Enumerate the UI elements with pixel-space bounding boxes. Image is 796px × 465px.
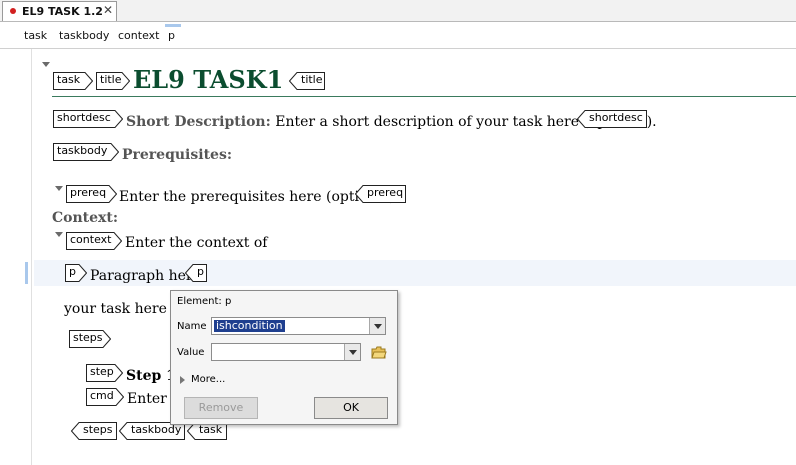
value-combobox[interactable]: [211, 343, 361, 361]
tag-task-open[interactable]: task: [53, 72, 93, 90]
tag-steps-open[interactable]: steps: [69, 330, 111, 348]
tag-taskbody-open[interactable]: taskbody: [53, 143, 119, 161]
title-underline: [52, 96, 796, 97]
name-label: Name: [177, 321, 207, 332]
breadcrumb-item-context[interactable]: context: [118, 29, 159, 42]
tag-label: title: [100, 73, 122, 86]
tag-title-open[interactable]: title: [96, 72, 130, 90]
browse-folder-icon[interactable]: [371, 346, 387, 359]
tag-label: p: [69, 265, 76, 278]
remove-button[interactable]: Remove: [184, 397, 258, 419]
current-line-marker: [25, 262, 28, 284]
tag-p-open[interactable]: p: [65, 264, 87, 282]
context-heading: Context:: [52, 210, 119, 226]
tag-prereq-close[interactable]: prereq: [355, 185, 406, 203]
breadcrumb-item-task[interactable]: task: [24, 29, 47, 42]
popup-header: Element: p: [177, 296, 232, 307]
tag-label: context: [70, 233, 112, 246]
tag-label: step: [90, 365, 114, 378]
tag-label: taskbody: [57, 144, 108, 157]
breadcrumb: task taskbody context p: [0, 22, 796, 49]
document-title[interactable]: EL9 TASK1: [133, 65, 283, 94]
editor-gutter-line: [31, 49, 32, 465]
tag-prereq-open[interactable]: prereq: [66, 185, 117, 203]
tag-steps-close[interactable]: steps: [71, 422, 117, 440]
tag-shortdesc-close[interactable]: shortdesc: [577, 110, 647, 128]
prereq-heading: Prerequisites:: [122, 147, 233, 163]
more-link[interactable]: More...: [191, 374, 225, 385]
tag-cmd-open[interactable]: cmd: [86, 388, 124, 406]
tag-label: p: [197, 265, 204, 278]
tag-context-open[interactable]: context: [66, 232, 122, 250]
value-label: Value: [177, 347, 205, 358]
tag-shortdesc-open[interactable]: shortdesc: [53, 110, 123, 128]
name-dropdown-arrow-icon[interactable]: [369, 318, 385, 334]
tag-label: shortdesc: [57, 111, 111, 124]
tag-label: title: [301, 73, 323, 86]
name-value[interactable]: ishcondition: [214, 320, 285, 332]
tag-step-open[interactable]: step: [86, 364, 123, 382]
ok-button[interactable]: OK: [314, 397, 388, 419]
collapse-task-icon[interactable]: [42, 62, 50, 67]
shortdesc-label: Short Description:: [126, 114, 271, 130]
element-popup: Element: p Name ishcondition Value More.…: [170, 290, 398, 425]
tag-label: cmd: [90, 389, 114, 402]
tag-label: steps: [83, 423, 113, 436]
breadcrumb-item-taskbody[interactable]: taskbody: [59, 29, 109, 42]
collapse-context-icon[interactable]: [55, 232, 63, 237]
tag-p-close[interactable]: p: [185, 264, 207, 282]
tag-label: prereq: [70, 186, 107, 199]
document-editor[interactable]: task title EL9 TASK1 title shortdesc Sho…: [0, 49, 796, 465]
breadcrumb-item-p[interactable]: p: [168, 29, 175, 42]
tag-label: prereq: [367, 186, 404, 199]
name-combobox[interactable]: ishcondition: [211, 317, 386, 335]
tag-label: steps: [73, 331, 103, 344]
more-expand-icon[interactable]: [180, 376, 185, 384]
collapse-prereq-icon[interactable]: [55, 186, 63, 191]
tab-el9-task[interactable]: EL9 TASK 1.2 ✕: [2, 1, 117, 21]
close-tab-icon[interactable]: ✕: [103, 3, 113, 17]
step-label[interactable]: Step 1: [126, 368, 176, 384]
breadcrumb-current-marker: [165, 24, 181, 27]
tag-label: task: [57, 73, 81, 86]
context-text[interactable]: Enter the context of: [125, 235, 267, 251]
tag-label: shortdesc: [589, 111, 643, 124]
value-dropdown-arrow-icon[interactable]: [344, 344, 360, 360]
tab-title: EL9 TASK 1.2: [22, 5, 103, 18]
modified-dot-icon: [10, 8, 16, 14]
editor-tab-bar: EL9 TASK 1.2 ✕: [0, 0, 796, 22]
tag-title-close[interactable]: title: [289, 72, 325, 90]
